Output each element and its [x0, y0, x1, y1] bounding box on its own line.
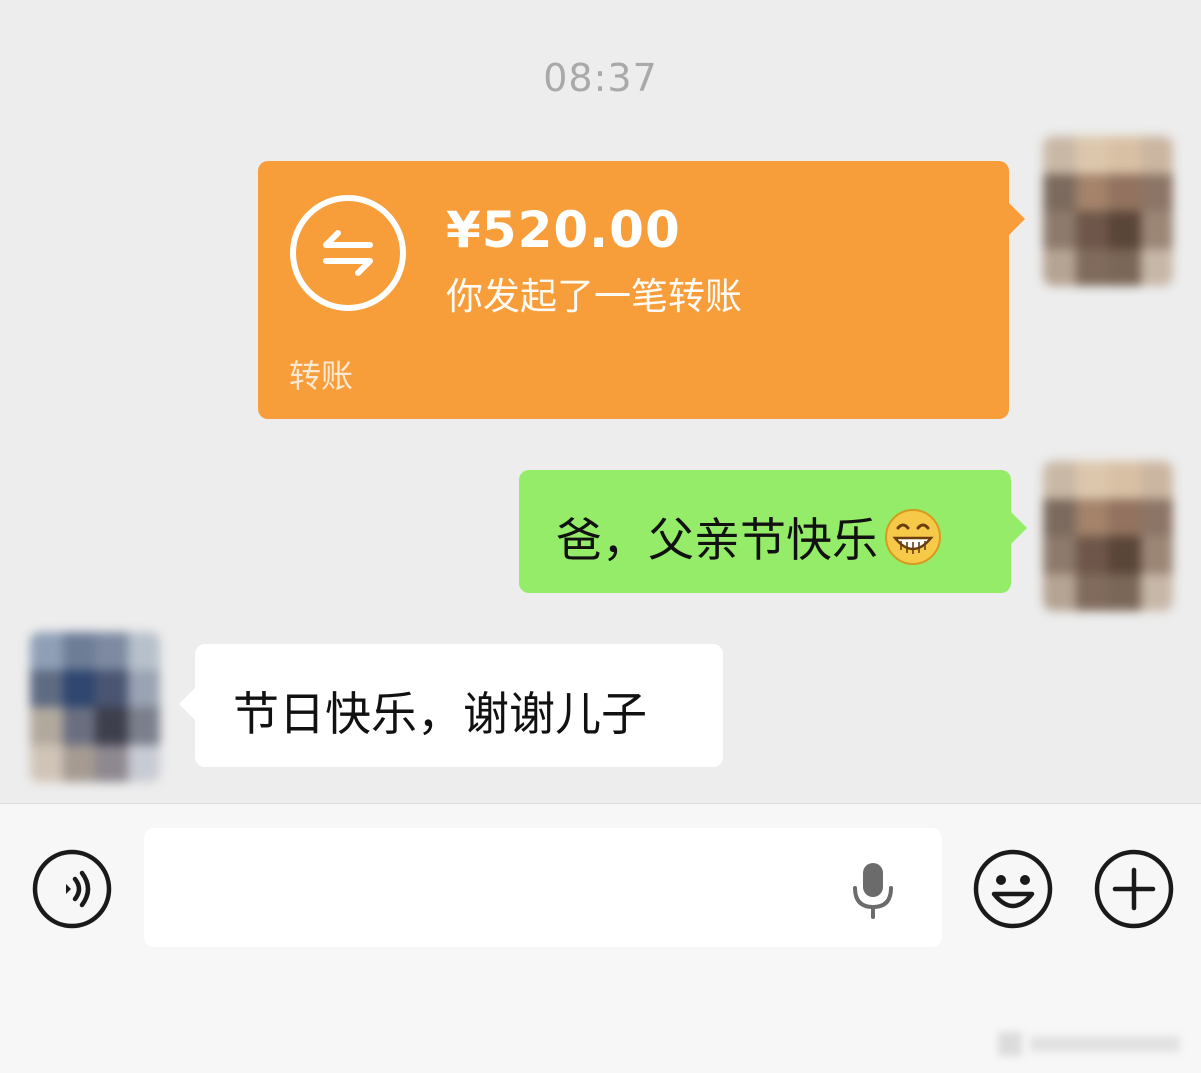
sent-message-bubble[interactable]: 爸，父亲节快乐 [519, 470, 1027, 593]
message-input[interactable] [144, 828, 942, 947]
voice-icon [32, 849, 112, 929]
transfer-amount: ¥520.00 [446, 201, 681, 259]
transfer-description: 你发起了一笔转账 [446, 275, 742, 318]
sent-message-row: 爸，父亲节快乐 [556, 504, 942, 570]
smiley-icon [973, 849, 1053, 929]
sent-message-text: 爸，父亲节快乐 [556, 513, 878, 567]
received-message-bubble[interactable]: 节日快乐，谢谢儿子 [179, 644, 723, 767]
self-avatar[interactable] [1043, 136, 1173, 286]
input-bar [0, 803, 1201, 1073]
transfer-icon [290, 195, 406, 311]
mic-icon[interactable] [850, 860, 896, 920]
plus-icon [1094, 849, 1174, 929]
grin-emoji-icon [884, 508, 942, 566]
transfer-bubble[interactable]: ¥520.00 你发起了一笔转账 转账 [258, 161, 1025, 419]
transfer-label: 转账 [289, 357, 354, 395]
chat-area: 08:37 ¥520.00 你发起了一笔转账 转账 爸，父亲节快乐 节日快乐，谢… [0, 0, 1201, 803]
received-message-text: 节日快乐，谢谢儿子 [233, 687, 647, 741]
bubble-tail [1011, 512, 1027, 544]
more-button[interactable] [1093, 848, 1175, 930]
self-avatar[interactable] [1043, 461, 1173, 611]
voice-toggle-button[interactable] [31, 848, 113, 930]
watermark [998, 1026, 1188, 1062]
bubble-tail [179, 688, 195, 720]
message-timestamp: 08:37 [543, 56, 658, 100]
contact-avatar[interactable] [30, 632, 160, 782]
bubble-tail [1009, 203, 1025, 235]
emoji-button[interactable] [972, 848, 1054, 930]
